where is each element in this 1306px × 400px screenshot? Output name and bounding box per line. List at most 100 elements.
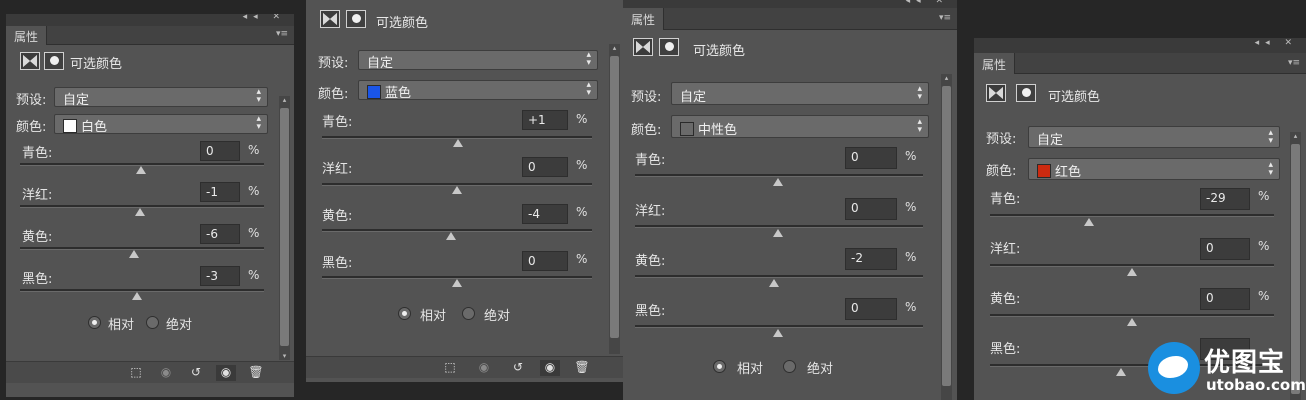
yellow-slider-thumb[interactable] (1127, 318, 1137, 326)
clip-to-layer-icon[interactable]: ⬚ (126, 365, 146, 381)
color-label: 颜色: (986, 164, 1017, 179)
slider-label-black: 黑色: (635, 304, 666, 319)
cyan-slider-thumb[interactable] (136, 166, 146, 174)
magenta-slider-track[interactable] (990, 264, 1274, 267)
yellow-slider-track[interactable] (990, 314, 1274, 317)
panel-menu-icon[interactable]: ▾≡ (1288, 58, 1300, 68)
relative-radio[interactable] (88, 316, 101, 329)
cyan-slider-track[interactable] (635, 174, 923, 177)
relative-radio[interactable] (713, 360, 726, 373)
pct-sign: % (248, 143, 260, 157)
black-input[interactable]: 0 (522, 251, 568, 271)
colors-select[interactable]: 白色 ▴ ▾ (54, 114, 268, 135)
preset-select[interactable]: 自定 ▴ ▾ (671, 82, 929, 105)
clip-to-layer-icon[interactable]: ⬚ (440, 360, 460, 376)
yellow-slider-track[interactable] (20, 247, 264, 250)
view-previous-icon[interactable]: ◉ (156, 365, 176, 381)
yellow-input[interactable]: -4 (522, 204, 568, 224)
relative-radio[interactable] (398, 307, 411, 320)
magenta-slider-thumb[interactable] (773, 229, 783, 237)
tab-properties[interactable]: 属性 (6, 26, 48, 45)
scroll-up-icon[interactable]: ▴ (279, 96, 290, 104)
cyan-slider-thumb[interactable] (1084, 218, 1094, 226)
absolute-radio[interactable] (783, 360, 796, 373)
color-label: 颜色: (16, 120, 47, 135)
layer-mask-icon[interactable] (44, 52, 64, 70)
magenta-slider-track[interactable] (635, 225, 923, 228)
scrollbar-thumb[interactable] (942, 86, 951, 386)
magenta-input[interactable]: 0 (845, 198, 897, 220)
cyan-input[interactable]: -29 (1200, 188, 1250, 210)
magenta-input[interactable]: 0 (1200, 238, 1250, 260)
cyan-slider-track[interactable] (990, 214, 1274, 217)
scroll-up-icon[interactable]: ▴ (941, 74, 952, 82)
black-input[interactable]: 0 (845, 298, 897, 320)
layer-mask-icon[interactable] (346, 10, 366, 28)
slider-label-cyan: 青色: (22, 146, 53, 161)
layer-mask-icon[interactable] (1016, 84, 1036, 102)
preset-label: 预设: (631, 90, 662, 105)
panel-scrollbar[interactable]: ▴ (609, 44, 620, 354)
slider-label-black: 黑色: (22, 272, 53, 287)
colors-select[interactable]: 红色 ▴ ▾ (1028, 158, 1280, 180)
reset-icon[interactable]: ↺ (508, 360, 528, 376)
yellow-slider-thumb[interactable] (129, 250, 139, 258)
magenta-slider-thumb[interactable] (452, 186, 462, 194)
watermark-chinese: 优图宝 (1204, 348, 1286, 378)
scroll-down-icon[interactable]: ▾ (279, 352, 290, 360)
tab-properties[interactable]: 属性 (974, 53, 1016, 74)
selective-color-adjustment-icon (633, 38, 653, 56)
scrollbar-thumb[interactable] (610, 56, 619, 338)
yellow-slider-thumb[interactable] (446, 232, 456, 240)
cyan-slider-thumb[interactable] (773, 178, 783, 186)
preset-select[interactable]: 自定 ▴ ▾ (54, 87, 268, 108)
collapse-close-icons[interactable]: ◂◂ ✕ (243, 14, 286, 22)
panel-scrollbar[interactable]: ▴ ▾ (279, 96, 290, 360)
yellow-input[interactable]: -6 (200, 224, 240, 244)
scroll-up-icon[interactable]: ▴ (609, 44, 620, 52)
cyan-input[interactable]: 0 (845, 147, 897, 169)
absolute-radio[interactable] (146, 316, 159, 329)
colors-select[interactable]: 蓝色 ▴ ▾ (358, 80, 598, 101)
collapse-close-icons[interactable]: ◂◂ ✕ (1255, 38, 1298, 48)
visibility-eye-icon[interactable]: ◉ (540, 360, 560, 376)
relative-label: 相对 (737, 362, 764, 377)
scrollbar-thumb[interactable] (280, 108, 289, 346)
magenta-slider-thumb[interactable] (135, 208, 145, 216)
reset-icon[interactable]: ↺ (186, 365, 206, 381)
yellow-input[interactable]: -2 (845, 248, 897, 270)
panel-menu-icon[interactable]: ▾≡ (939, 13, 951, 23)
colors-select[interactable]: 中性色 ▴ ▾ (671, 115, 929, 138)
view-previous-icon[interactable]: ◉ (474, 360, 494, 376)
yellow-slider-track[interactable] (635, 275, 923, 278)
layer-mask-icon[interactable] (659, 38, 679, 56)
yellow-slider-thumb[interactable] (769, 279, 779, 287)
magenta-input[interactable]: -1 (200, 182, 240, 202)
black-slider-track[interactable] (20, 289, 264, 292)
preset-select[interactable]: 自定 ▴ ▾ (358, 50, 598, 71)
black-slider-thumb[interactable] (132, 292, 142, 300)
collapse-close-icons[interactable]: ◂◂ ✕ (906, 0, 949, 6)
black-slider-thumb[interactable] (452, 279, 462, 287)
black-slider-thumb[interactable] (1116, 368, 1126, 376)
tab-properties[interactable]: 属性 (623, 8, 665, 30)
cyan-input[interactable]: +1 (522, 110, 568, 130)
cyan-slider-thumb[interactable] (453, 139, 463, 147)
cyan-input[interactable]: 0 (200, 141, 240, 161)
trash-icon[interactable]: 🗑 (572, 360, 592, 376)
magenta-input[interactable]: 0 (522, 157, 568, 177)
black-slider-track[interactable] (635, 325, 923, 328)
magenta-slider-thumb[interactable] (1127, 268, 1137, 276)
visibility-eye-icon[interactable]: ◉ (216, 365, 236, 381)
colors-value: 白色 (81, 120, 108, 135)
yellow-input[interactable]: 0 (1200, 288, 1250, 310)
black-input[interactable]: -3 (200, 266, 240, 286)
panel-scrollbar[interactable]: ▴ (941, 74, 952, 400)
preset-select[interactable]: 自定 ▴ ▾ (1028, 126, 1280, 148)
yellow-slider-track[interactable] (322, 229, 592, 232)
scroll-up-icon[interactable]: ▴ (1290, 132, 1301, 140)
panel-menu-icon[interactable]: ▾≡ (276, 29, 288, 39)
absolute-radio[interactable] (462, 307, 475, 320)
black-slider-thumb[interactable] (773, 329, 783, 337)
trash-icon[interactable]: 🗑 (246, 365, 266, 381)
